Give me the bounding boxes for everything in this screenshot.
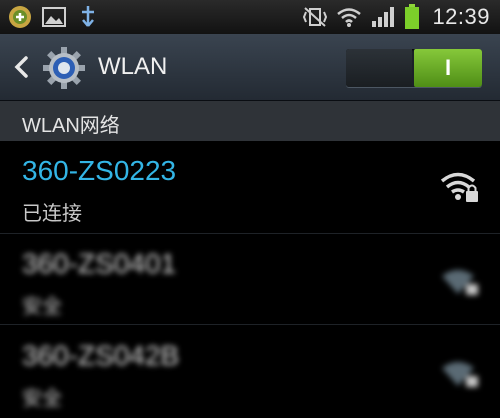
clock: 12:39: [432, 4, 490, 29]
network-name: 360-ZS0401: [22, 248, 177, 279]
network-status: 已连接: [22, 201, 82, 225]
network-name: 360-ZS0223: [22, 155, 177, 186]
back-arrow-icon[interactable]: [10, 54, 34, 80]
network-item[interactable]: 360-ZS0401 安全: [0, 234, 500, 326]
gallery-icon: [42, 5, 66, 29]
settings-gear-icon: [43, 47, 85, 89]
wifi-icon: [337, 8, 362, 27]
vibrate-icon: [303, 7, 328, 27]
action-bar: WLAN I: [0, 34, 500, 101]
battery-icon: [405, 4, 420, 29]
page-title: WLAN: [98, 53, 168, 80]
section-header: WLAN网络: [0, 101, 500, 141]
network-item-connected[interactable]: 360-ZS0223 已连接: [0, 141, 500, 233]
wifi-locked-icon: [442, 270, 478, 295]
network-status: 安全: [22, 294, 62, 318]
network-status: 安全: [22, 386, 62, 410]
status-bar: 12:39: [0, 0, 500, 34]
network-item[interactable]: 360-ZS042B 安全: [0, 326, 500, 418]
toggle-off-side: [346, 49, 412, 87]
signal-icon: [372, 7, 395, 27]
wifi-locked-icon: [442, 362, 478, 387]
wifi-locked-icon: [440, 172, 478, 202]
section-title: WLAN网络: [22, 115, 120, 137]
toggle-on-knob: I: [414, 49, 482, 87]
app-notification-icon: [8, 5, 32, 29]
divider: [0, 324, 500, 325]
wlan-toggle[interactable]: I: [346, 49, 482, 87]
usb-icon: [76, 5, 100, 29]
network-name: 360-ZS042B: [22, 340, 180, 371]
